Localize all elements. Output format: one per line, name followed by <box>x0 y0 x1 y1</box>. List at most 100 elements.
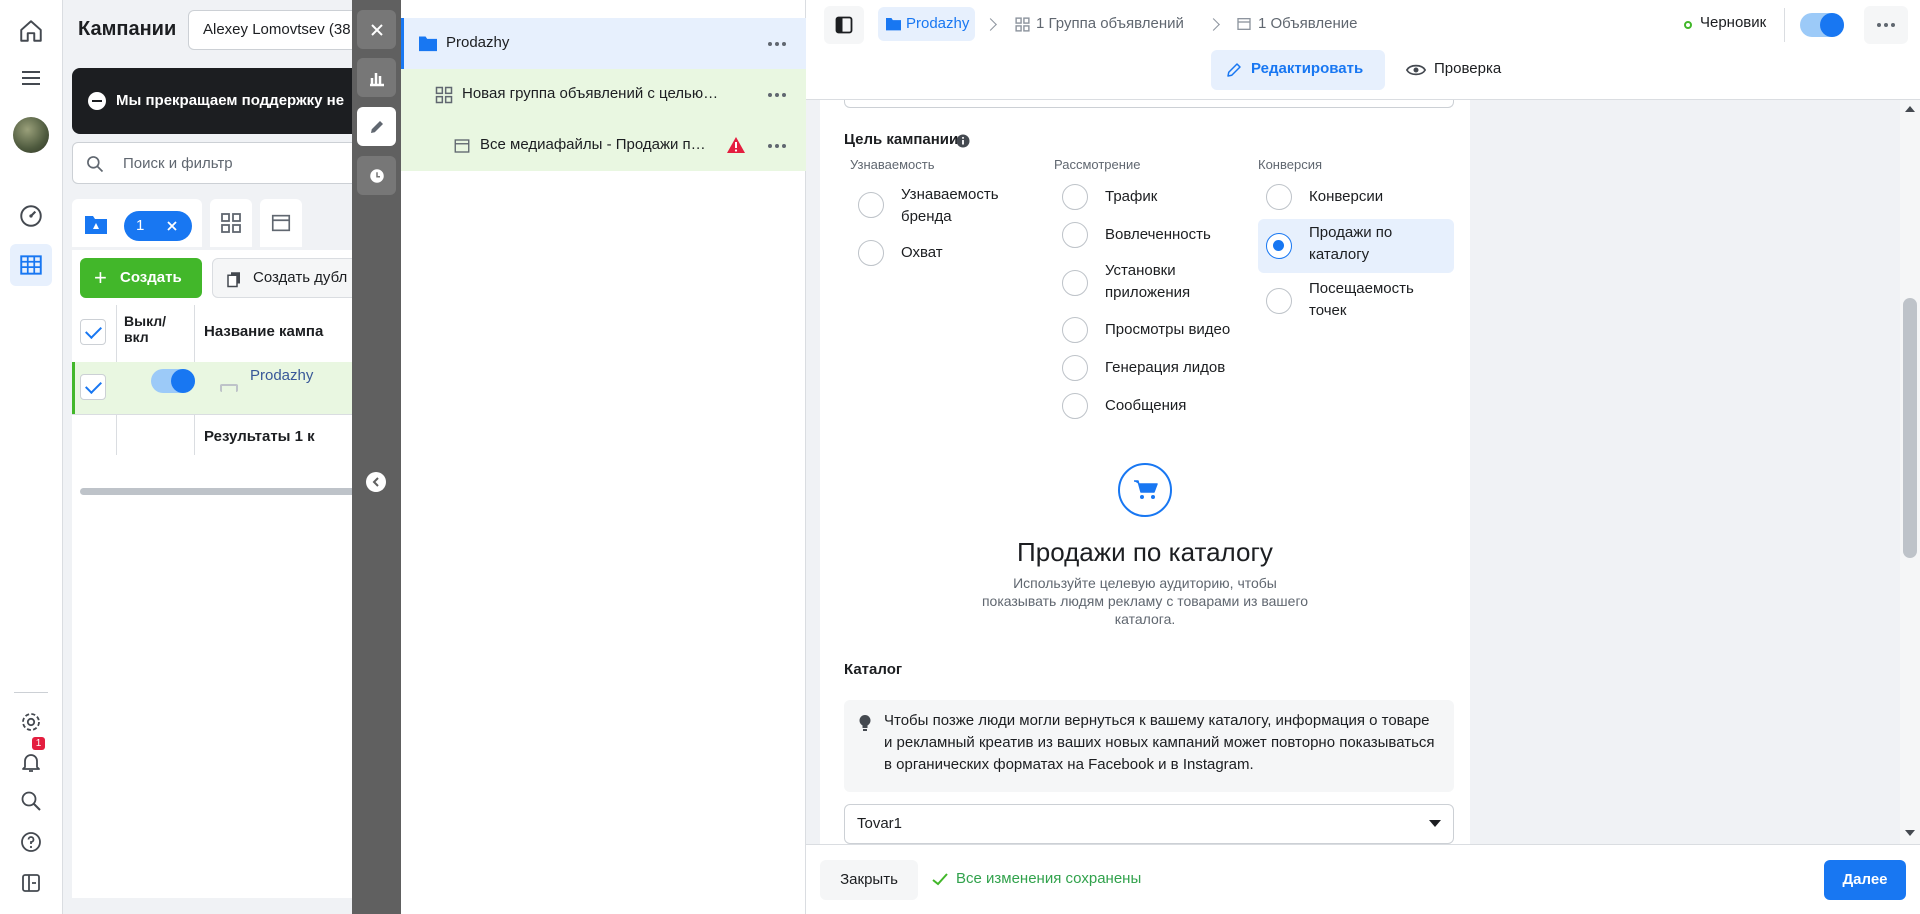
bell-icon[interactable]: 1 <box>10 737 52 783</box>
option-label[interactable]: Узнаваемость бренда <box>901 184 1051 228</box>
editor-footer: Закрыть Все изменения сохранены Далее <box>806 844 1920 914</box>
option-label[interactable]: Трафик <box>1105 186 1157 208</box>
column-header-onoff[interactable]: Выкл/ вкл <box>124 313 194 345</box>
clock-icon <box>369 168 384 183</box>
objective-summary-description: Используйте целевую аудиторию, чтобы пок… <box>981 575 1309 627</box>
review-mode-button[interactable]: Проверка <box>1396 50 1516 90</box>
objective-summary-title: Продажи по каталогу <box>1017 537 1273 567</box>
radio-engagement[interactable] <box>1062 222 1088 248</box>
duplicate-icon <box>227 272 240 288</box>
radio-store-traffic[interactable] <box>1266 288 1292 314</box>
option-label[interactable]: Охват <box>901 242 943 264</box>
panel-icon <box>835 16 853 34</box>
option-label[interactable]: Конверсии <box>1309 186 1383 208</box>
toggle-tree-button[interactable] <box>824 6 864 44</box>
campaigns-table: Выкл/ вкл Название кампа Prodazhy Резуль… <box>72 305 354 898</box>
sidebar-toggle-icon[interactable] <box>10 862 52 904</box>
radio-conversions[interactable] <box>1266 184 1292 210</box>
radio-app-installs[interactable] <box>1062 270 1088 296</box>
catalog-select[interactable]: Tovar1 <box>844 804 1454 844</box>
option-label[interactable]: Просмотры видео <box>1105 319 1230 341</box>
vertical-scrollbar[interactable] <box>1900 100 1920 844</box>
option-label[interactable]: Вовлеченность <box>1105 224 1211 246</box>
radio-brand-awareness[interactable] <box>858 192 884 218</box>
radio-traffic[interactable] <box>1062 184 1088 210</box>
search-placeholder: Поиск и фильтр <box>123 155 233 172</box>
option-label[interactable]: Продажи по каталогу <box>1309 222 1439 266</box>
more-icon[interactable] <box>768 93 786 97</box>
campaign-toggle[interactable] <box>151 369 195 393</box>
scrollbar-thumb[interactable] <box>1903 298 1917 558</box>
tab-ads[interactable] <box>260 199 302 247</box>
search-input[interactable]: Поиск и фильтр <box>72 142 354 184</box>
horizontal-scrollbar[interactable] <box>80 488 354 495</box>
campaign-editor: Prodazhy 1 Группа объявлений 1 Объявлени… <box>806 0 1920 914</box>
edit-button[interactable] <box>357 107 396 146</box>
option-label[interactable]: Установки приложения <box>1105 260 1245 304</box>
close-icon <box>370 23 383 36</box>
header-divider <box>1784 8 1785 42</box>
bar-chart-icon <box>369 72 384 86</box>
more-icon[interactable] <box>768 42 786 46</box>
campaign-status-toggle[interactable] <box>1800 13 1844 37</box>
scroll-down-icon[interactable] <box>1905 830 1915 836</box>
tab-campaigns[interactable]: 1 <box>72 199 202 247</box>
radio-catalog-sales[interactable] <box>1266 233 1292 259</box>
breadcrumb-adset[interactable]: 1 Группа объявлений <box>1014 7 1184 41</box>
close-editor-button[interactable] <box>357 10 396 49</box>
tree-item-campaign[interactable]: Prodazhy <box>401 18 806 69</box>
selected-count-pill[interactable]: 1 <box>124 211 192 241</box>
account-select[interactable]: Alexey Lomovtsev (38 <box>188 10 354 50</box>
breadcrumb-campaign[interactable]: Prodazhy <box>878 7 976 41</box>
campaign-name-link[interactable]: Prodazhy <box>250 367 313 384</box>
close-icon[interactable] <box>166 220 178 232</box>
dashboard-icon[interactable] <box>10 195 52 237</box>
next-button[interactable]: Далее <box>1824 860 1906 900</box>
breadcrumb-ad[interactable]: 1 Объявление <box>1236 7 1358 41</box>
folder-icon <box>886 18 901 31</box>
edit-mode-button[interactable]: Редактировать <box>1211 50 1385 90</box>
radio-video-views[interactable] <box>1062 317 1088 343</box>
home-icon[interactable] <box>10 10 52 52</box>
page-title: Кампании <box>78 18 177 40</box>
radio-messages[interactable] <box>1062 393 1088 419</box>
menu-icon[interactable] <box>10 57 52 99</box>
tree-item-ad[interactable]: Все медиафайлы - Продажи п… <box>401 120 806 171</box>
table-row[interactable]: Prodazhy <box>72 362 354 414</box>
collapse-button[interactable] <box>366 472 386 492</box>
folder-icon <box>419 36 437 52</box>
search-icon[interactable] <box>10 780 52 822</box>
pencil-icon <box>1227 63 1241 77</box>
chevron-left-icon <box>372 477 379 487</box>
column-header-name[interactable]: Название кампа <box>204 323 323 340</box>
more-icon[interactable] <box>768 144 786 148</box>
radio-lead-generation[interactable] <box>1062 355 1088 381</box>
gear-icon[interactable] <box>10 701 52 743</box>
option-label[interactable]: Генерация лидов <box>1105 357 1225 379</box>
tree-ad-label: Все медиафайлы - Продажи п… <box>480 136 706 153</box>
close-button[interactable]: Закрыть <box>820 860 918 900</box>
option-label[interactable]: Посещаемость точек <box>1309 278 1449 322</box>
option-label[interactable]: Сообщения <box>1105 395 1186 417</box>
left-nav-rail: 1 <box>0 0 63 914</box>
charts-button[interactable] <box>357 58 396 97</box>
rail-divider <box>14 692 48 693</box>
objective-column-heading: Рассмотрение <box>1054 157 1141 172</box>
radio-reach[interactable] <box>858 240 884 266</box>
more-options-button[interactable] <box>1864 6 1908 44</box>
tab-adsets[interactable] <box>210 199 252 247</box>
avatar[interactable] <box>13 117 49 153</box>
ads-manager-table-icon[interactable] <box>10 244 52 286</box>
help-icon[interactable] <box>10 821 52 863</box>
select-all-checkbox[interactable] <box>80 319 106 345</box>
grid-icon <box>221 213 241 233</box>
history-button[interactable] <box>357 156 396 195</box>
deprecation-banner: Мы прекращаем поддержку не <box>72 68 354 134</box>
tree-item-adset[interactable]: Новая группа объявлений с целью… <box>401 69 806 120</box>
create-button[interactable]: Создать <box>80 258 202 298</box>
row-checkbox[interactable] <box>80 374 106 400</box>
info-icon[interactable] <box>956 134 970 148</box>
search-icon <box>87 156 104 173</box>
duplicate-button[interactable]: Создать дубл <box>212 258 354 298</box>
scroll-up-icon[interactable] <box>1905 106 1915 112</box>
